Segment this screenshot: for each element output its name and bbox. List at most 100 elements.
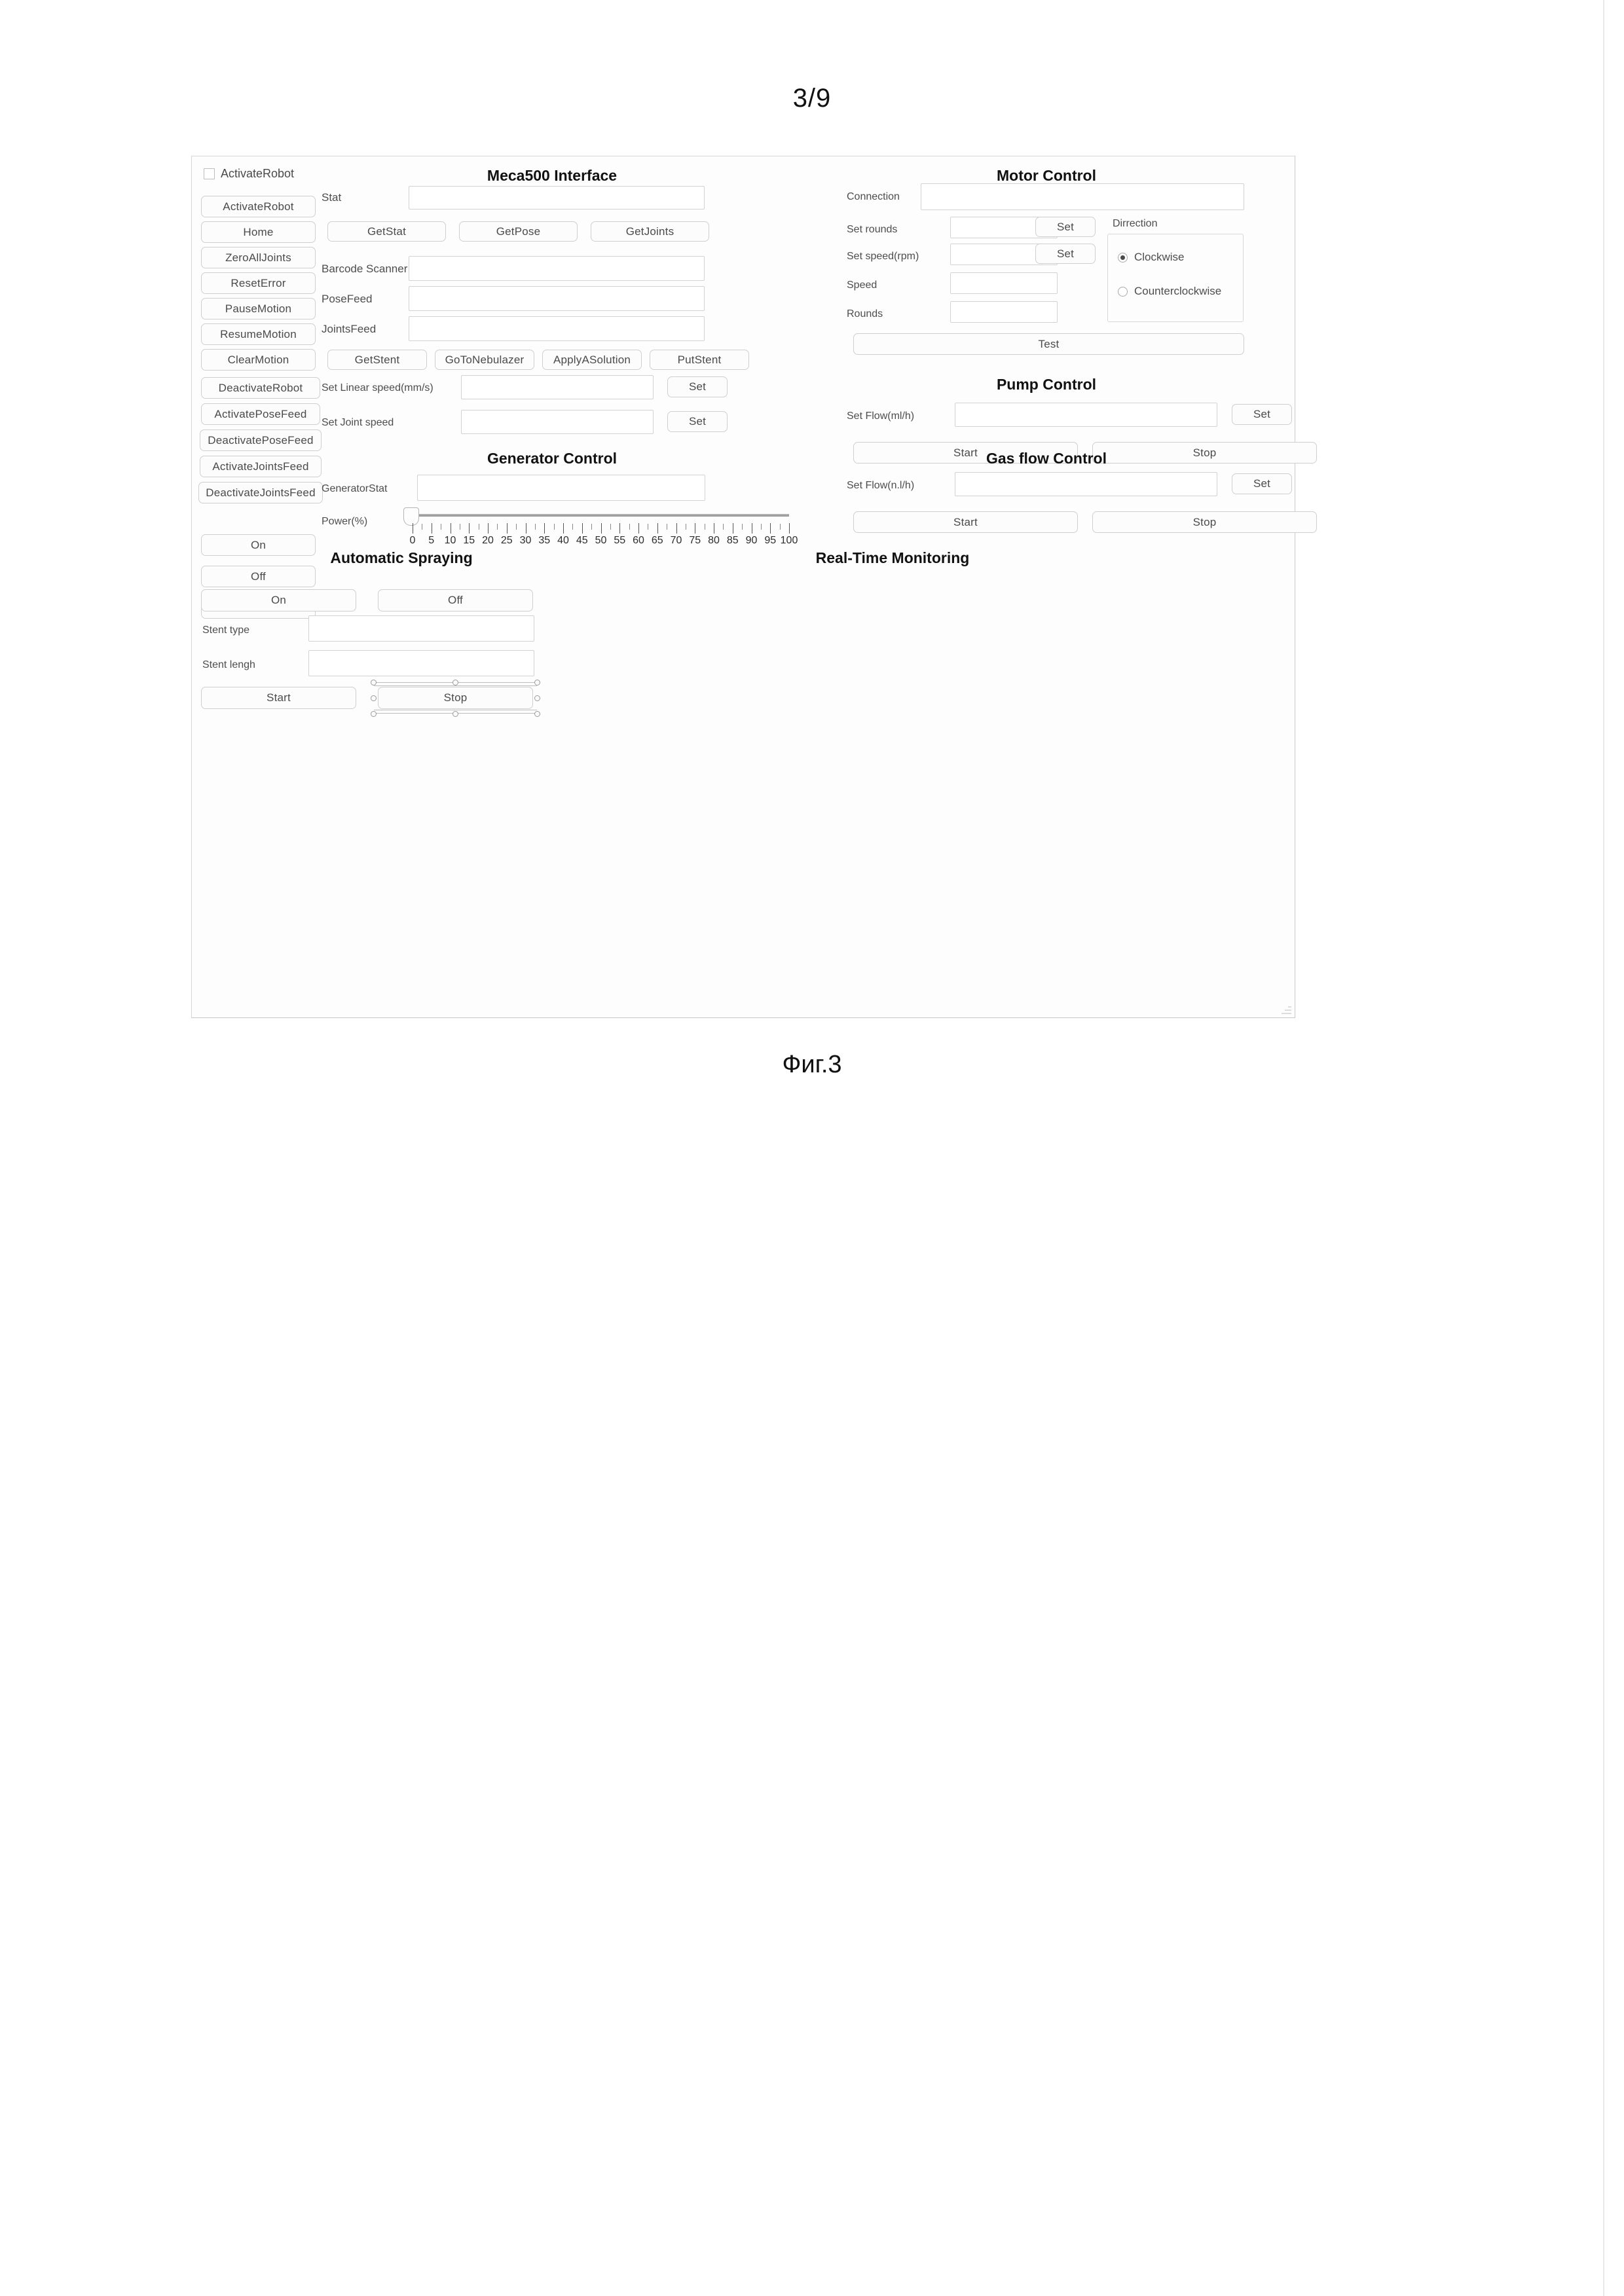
button-home[interactable]: Home xyxy=(201,221,316,243)
generator-stat-input[interactable] xyxy=(417,475,705,501)
button-label: Home xyxy=(243,225,274,238)
button-get-stent[interactable]: GetStent xyxy=(327,350,427,370)
slider-tick-label: 50 xyxy=(595,535,607,546)
rounds-label: Rounds xyxy=(847,308,883,319)
window-resize-grip[interactable] xyxy=(1280,1004,1291,1015)
button-get-stat[interactable]: GetStat xyxy=(327,221,446,242)
button-set-linear-speed[interactable]: Set xyxy=(667,376,728,397)
direction-radio-group xyxy=(1107,234,1244,322)
button-set-speed[interactable]: Set xyxy=(1035,244,1096,264)
radio-button-icon[interactable] xyxy=(1118,286,1128,297)
rounds-readout xyxy=(950,301,1058,323)
pump-set-flow-input[interactable] xyxy=(955,403,1217,427)
slider-tick-label: 40 xyxy=(557,535,569,546)
button-label: GetJoints xyxy=(625,225,674,238)
set-linear-speed-label: Set Linear speed(mm/s) xyxy=(322,382,434,393)
slider-tick-label: 70 xyxy=(670,535,682,546)
button-activate-robot[interactable]: ActivateRobot xyxy=(201,196,316,217)
radio-label: Counterclockwise xyxy=(1134,285,1222,297)
button-label: GetStat xyxy=(367,225,407,238)
speed-label: Speed xyxy=(847,280,877,291)
button-pause-motion[interactable]: PauseMotion xyxy=(201,298,316,319)
pose-feed-input[interactable] xyxy=(409,286,705,311)
set-joint-speed-input[interactable] xyxy=(461,410,654,434)
selection-handle-w[interactable] xyxy=(371,695,377,701)
generator-control-section-title: Generator Control xyxy=(487,450,618,467)
checkbox-box[interactable] xyxy=(204,168,215,179)
activate-robot-checkbox[interactable]: ActivateRobot xyxy=(204,167,294,181)
selection-handle-s[interactable] xyxy=(452,711,458,717)
stent-type-input[interactable] xyxy=(308,615,534,642)
button-label: Start xyxy=(267,691,291,704)
connection-input[interactable] xyxy=(921,183,1244,210)
selection-handle-se[interactable] xyxy=(534,711,540,717)
joints-feed-input[interactable] xyxy=(409,316,705,341)
button-clear-motion[interactable]: ClearMotion xyxy=(201,349,316,371)
selection-handle-sw[interactable] xyxy=(371,711,377,717)
slider-tick-label: 45 xyxy=(576,535,588,546)
button-get-joints[interactable]: GetJoints xyxy=(591,221,709,242)
button-deactivate-pose-feed[interactable]: DeactivatePoseFeed xyxy=(200,429,322,451)
button-reset-error[interactable]: ResetError xyxy=(201,272,316,294)
slider-track[interactable] xyxy=(413,514,789,517)
button-spraying-off[interactable]: Off xyxy=(378,589,533,611)
button-label: Stop xyxy=(443,691,468,704)
button-deactivate-robot[interactable]: DeactivateRobot xyxy=(201,377,320,399)
button-deactivate-joints-feed[interactable]: DeactivateJointsFeed xyxy=(198,482,323,503)
page-number: 3/9 xyxy=(792,84,832,113)
button-gas-stop[interactable]: Stop xyxy=(1092,511,1317,533)
button-gas-set-flow[interactable]: Set xyxy=(1232,473,1292,494)
set-speed-rpm-label: Set speed(rpm) xyxy=(847,251,919,262)
button-gas-start[interactable]: Start xyxy=(853,511,1078,533)
power-slider[interactable]: 0 5 10 15 20 25 30 35 40 45 50 55 60 65 70 75 80 85 90 95 10… xyxy=(401,506,798,553)
barcode-scanner-input[interactable] xyxy=(409,256,705,281)
button-pump-set-flow[interactable]: Set xyxy=(1232,404,1292,425)
selection-handle-e[interactable] xyxy=(534,695,540,701)
button-set-joint-speed[interactable]: Set xyxy=(667,411,728,432)
button-label: On xyxy=(270,594,287,606)
radio-clockwise[interactable]: Clockwise xyxy=(1118,251,1185,264)
button-activate-pose-feed[interactable]: ActivatePoseFeed xyxy=(201,403,320,425)
button-motor-test[interactable]: Test xyxy=(853,333,1244,355)
button-go-to-nebulazer[interactable]: GoToNebulazer xyxy=(435,350,534,370)
button-zero-all-joints[interactable]: ZeroAllJoints xyxy=(201,247,316,268)
slider-tick-labels: 0 5 10 15 20 25 30 35 40 45 50 55 60 65 70 75 80 85 90 95 10… xyxy=(401,535,800,549)
selection-handle-ne[interactable] xyxy=(534,680,540,685)
slider-tick-label: 95 xyxy=(764,535,777,546)
button-spraying-stop[interactable]: Stop xyxy=(378,687,533,709)
button-label: ClearMotion xyxy=(227,353,289,366)
button-spraying-stop-selected[interactable]: Stop xyxy=(371,680,540,717)
pump-set-flow-label: Set Flow(ml/h) xyxy=(847,410,915,422)
button-label: ActivateRobot xyxy=(223,200,294,213)
stat-label: Stat xyxy=(322,191,342,204)
button-label: Stop xyxy=(1192,446,1217,459)
direction-label: Dirrection xyxy=(1113,218,1158,229)
button-get-pose[interactable]: GetPose xyxy=(459,221,578,242)
radio-button-icon[interactable] xyxy=(1118,252,1128,263)
button-resume-motion[interactable]: ResumeMotion xyxy=(201,323,316,345)
slider-tick-label: 10 xyxy=(444,535,456,546)
button-put-stent[interactable]: PutStent xyxy=(650,350,749,370)
button-spraying-on[interactable]: On xyxy=(201,589,356,611)
selection-handle-nw[interactable] xyxy=(371,680,377,685)
set-linear-speed-input[interactable] xyxy=(461,375,654,399)
power-percent-label: Power(%) xyxy=(322,516,368,527)
barcode-scanner-label: Barcode Scanner xyxy=(322,263,408,275)
button-spraying-start[interactable]: Start xyxy=(201,687,356,709)
button-activate-joints-feed[interactable]: ActivateJointsFeed xyxy=(200,456,322,477)
figure-caption: Фиг.3 xyxy=(782,1051,842,1078)
button-label: ResumeMotion xyxy=(220,327,297,340)
stat-input[interactable] xyxy=(409,186,705,210)
button-apply-a-solution[interactable]: ApplyASolution xyxy=(542,350,642,370)
radio-counterclockwise[interactable]: Counterclockwise xyxy=(1118,285,1221,298)
gas-set-flow-input[interactable] xyxy=(955,472,1217,496)
selection-handle-n[interactable] xyxy=(452,680,458,685)
slider-tick-label: 25 xyxy=(500,535,513,546)
stent-length-input[interactable] xyxy=(308,650,534,676)
button-generator-off[interactable]: Off xyxy=(201,566,316,587)
real-time-monitoring-section-title: Real-Time Monitoring xyxy=(815,549,970,566)
button-set-rounds[interactable]: Set xyxy=(1035,217,1096,237)
button-label: ActivateJointsFeed xyxy=(212,460,309,473)
stent-type-label: Stent type xyxy=(202,625,250,636)
button-label: Set xyxy=(1056,220,1075,233)
